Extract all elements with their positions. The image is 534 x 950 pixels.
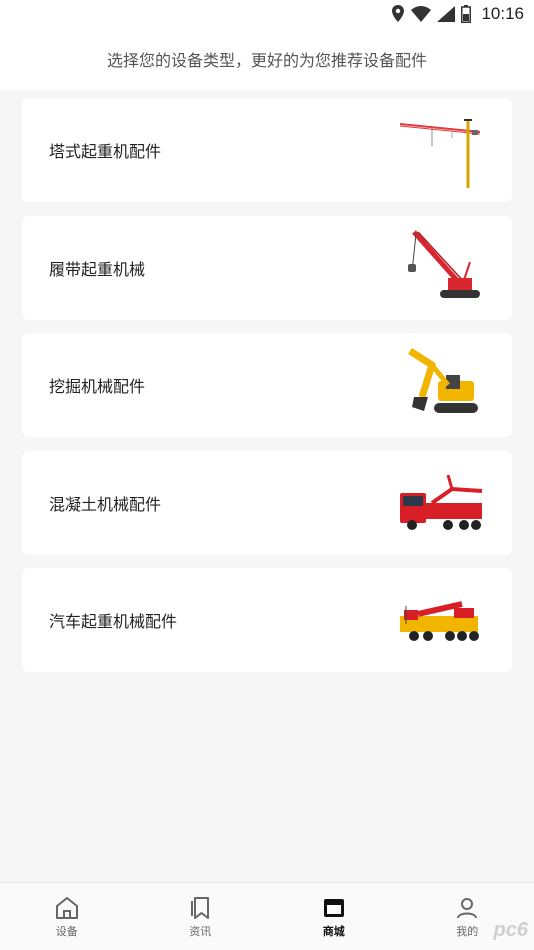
user-icon	[457, 898, 478, 919]
home-icon	[55, 897, 78, 919]
category-label: 汽车起重机械配件	[49, 612, 178, 631]
category-label: 塔式起重机配件	[49, 142, 162, 161]
category-card-concrete-pump[interactable]: 混凝土机械配件	[22, 450, 512, 555]
excavator-image	[408, 348, 478, 413]
category-card-excavator[interactable]: 挖掘机械配件	[22, 333, 512, 437]
category-list: 塔式起重机配件 履带起重机械 挖掘机械配件 混凝土机械配件 汽车起重机械配件	[22, 98, 512, 686]
page-header: 选择您的设备类型，更好的为您推荐设备配件	[0, 28, 534, 90]
bottom-tab-bar: 设备 资讯 商城 我的	[0, 882, 534, 950]
tab-label: 资讯	[189, 925, 212, 938]
tab-label: 设备	[55, 925, 78, 938]
category-card-crawler-crane[interactable]: 履带起重机械	[22, 215, 512, 320]
category-label: 挖掘机械配件	[49, 377, 146, 396]
tower-crane-image	[399, 119, 481, 188]
category-card-tower-crane[interactable]: 塔式起重机配件	[22, 98, 512, 202]
category-label: 履带起重机械	[49, 259, 146, 279]
concrete-pump-truck-image	[400, 474, 483, 530]
tab-news[interactable]: 资讯	[134, 883, 268, 950]
category-card-truck-crane[interactable]: 汽车起重机械配件	[22, 568, 512, 672]
location-icon	[392, 5, 405, 22]
bookmark-icon	[191, 897, 210, 919]
store-icon	[323, 899, 344, 917]
watermark-logo: pc6	[493, 919, 528, 941]
status-bar: 10:16	[0, 0, 534, 28]
signal-icon	[437, 6, 456, 22]
category-label: 混凝土机械配件	[49, 494, 162, 514]
tab-label: 商城	[322, 925, 345, 938]
truck-crane-image	[400, 601, 479, 641]
tab-device[interactable]: 设备	[0, 883, 134, 950]
crawler-crane-image	[408, 229, 480, 298]
battery-icon	[461, 5, 472, 23]
wifi-icon	[411, 6, 432, 22]
page-subtitle: 选择您的设备类型，更好的为您推荐设备配件	[106, 51, 427, 70]
status-time: 10:16	[481, 4, 524, 23]
tab-label: 我的	[456, 925, 479, 938]
tab-store[interactable]: 商城	[267, 883, 401, 950]
